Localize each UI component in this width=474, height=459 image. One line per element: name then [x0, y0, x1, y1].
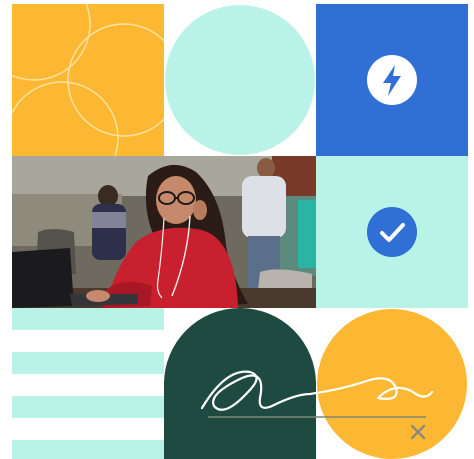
photo-woman-with-laptop: [12, 156, 316, 308]
mint-stripes-pattern: [12, 308, 164, 459]
yellow-circle-shape: [316, 308, 468, 459]
yellow-tile-circles: [12, 4, 164, 156]
blue-tile: [316, 4, 468, 156]
photo-illustration: [12, 156, 316, 308]
lightning-bolt-icon: [367, 55, 417, 105]
mint-tile: [316, 156, 468, 308]
dark-green-arch: [164, 308, 316, 459]
close-icon[interactable]: [409, 423, 427, 441]
checkmark-icon: [367, 207, 417, 257]
circle-outlines-pattern: [12, 4, 164, 156]
collage-graphic: [0, 0, 474, 459]
mint-circle-shape: [164, 4, 316, 156]
